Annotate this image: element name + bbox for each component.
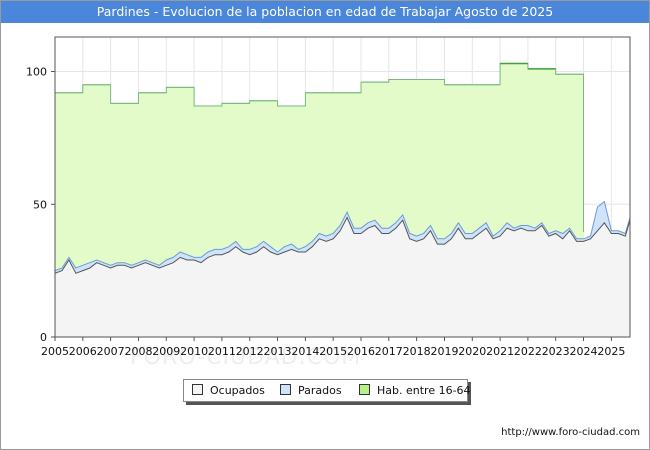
legend-swatch-ocupados — [192, 384, 203, 395]
legend-label-hab: Hab. entre 16-64 — [377, 384, 471, 397]
x-tick-label-2012: 2012 — [236, 345, 264, 358]
x-tick-label-2017: 2017 — [375, 345, 403, 358]
x-tick-label-2018: 2018 — [403, 345, 431, 358]
legend-item-parados: Parados — [280, 384, 342, 397]
legend-swatch-hab — [359, 384, 370, 395]
legend-item-ocupados: Ocupados — [192, 384, 265, 397]
x-tick-label-2025: 2025 — [597, 345, 625, 358]
x-tick-label-2005: 2005 — [41, 345, 69, 358]
x-tick-label-2019: 2019 — [431, 345, 459, 358]
x-tick-label-2020: 2020 — [458, 345, 486, 358]
x-axis-ticks: 2005 2006 2007 2008 2009 2010 2011 2012 2013 2014… — [41, 337, 625, 358]
x-tick-label-2015: 2015 — [319, 345, 347, 358]
x-tick-label-2009: 2009 — [152, 345, 180, 358]
x-tick-label-2023: 2023 — [542, 345, 570, 358]
footer-url: http://www.foro-ciudad.com — [501, 427, 640, 438]
x-tick-label-2006: 2006 — [69, 345, 97, 358]
chart-legend: Ocupados Parados Hab. entre 16-64 — [183, 379, 471, 402]
x-tick-label-2010: 2010 — [180, 345, 208, 358]
x-tick-label-2024: 2024 — [570, 345, 598, 358]
x-tick-label-2008: 2008 — [125, 345, 153, 358]
x-tick-label-2022: 2022 — [514, 345, 542, 358]
x-tick-label-2011: 2011 — [208, 345, 236, 358]
x-tick-label-2007: 2007 — [97, 345, 125, 358]
x-tick-label-2014: 2014 — [291, 345, 319, 358]
legend-item-hab: Hab. entre 16-64 — [359, 384, 471, 397]
legend-swatch-parados — [280, 384, 291, 395]
x-tick-label-2021: 2021 — [486, 345, 514, 358]
x-tick-label-2016: 2016 — [347, 345, 375, 358]
y-tick-label-0: 0 — [40, 331, 47, 344]
legend-label-ocupados: Ocupados — [210, 384, 265, 397]
y-tick-label-100: 100 — [26, 66, 47, 79]
x-tick-label-2013: 2013 — [264, 345, 292, 358]
y-tick-label-50: 50 — [33, 198, 47, 211]
y-axis-ticks: 0 50 100 — [26, 66, 55, 344]
legend-label-parados: Parados — [298, 384, 342, 397]
